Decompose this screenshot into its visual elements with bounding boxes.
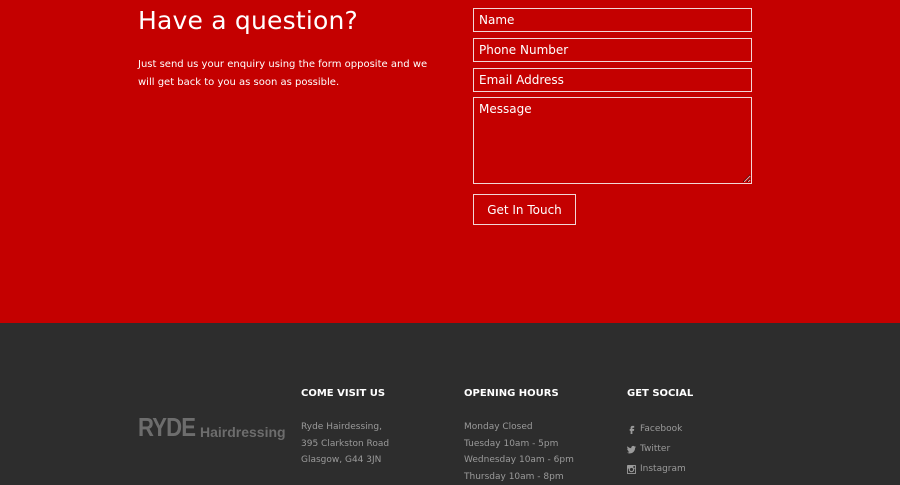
contact-heading: Have a question?	[138, 6, 358, 35]
twitter-icon	[627, 445, 636, 454]
message-field[interactable]	[473, 97, 752, 184]
hours-line: Wednesday 10am - 6pm	[464, 452, 574, 469]
social-label: Facebook	[640, 419, 682, 439]
social-label: Instagram	[640, 459, 686, 479]
hours-line: Thursday 10am - 8pm	[464, 469, 574, 485]
logo-main: RYDE	[138, 412, 195, 443]
get-in-touch-button[interactable]: Get In Touch	[473, 194, 576, 225]
facebook-icon	[627, 425, 636, 434]
social-label: Twitter	[640, 439, 670, 459]
phone-field[interactable]	[473, 38, 752, 62]
address-line: Glasgow, G44 3JN	[301, 452, 389, 469]
address-line: Ryde Hairdessing,	[301, 419, 389, 436]
hours-column: OPENING HOURS Monday Closed Tuesday 10am…	[464, 388, 574, 485]
hours-line: Monday Closed	[464, 419, 574, 436]
email-field[interactable]	[473, 68, 752, 92]
hours-title: OPENING HOURS	[464, 388, 574, 399]
social-link-facebook[interactable]: Facebook	[627, 419, 693, 439]
name-field[interactable]	[473, 8, 752, 32]
hours-line: Tuesday 10am - 5pm	[464, 436, 574, 453]
social-title: GET SOCIAL	[627, 388, 693, 399]
visit-title: COME VISIT US	[301, 388, 389, 399]
social-link-instagram[interactable]: Instagram	[627, 459, 693, 479]
footer	[0, 323, 900, 484]
instagram-icon	[627, 465, 636, 474]
address-line: 395 Clarkston Road	[301, 436, 389, 453]
logo-sub: Hairdressing	[200, 424, 286, 440]
contact-section: Have a question? Just send us your enqui…	[0, 0, 900, 323]
logo[interactable]: RYDE Hairdressing	[138, 412, 205, 443]
contact-description: Just send us your enquiry using the form…	[138, 56, 443, 92]
social-column: GET SOCIAL Facebook Twitter Instagram	[627, 388, 693, 479]
social-link-twitter[interactable]: Twitter	[627, 439, 693, 459]
visit-column: COME VISIT US Ryde Hairdessing, 395 Clar…	[301, 388, 389, 469]
